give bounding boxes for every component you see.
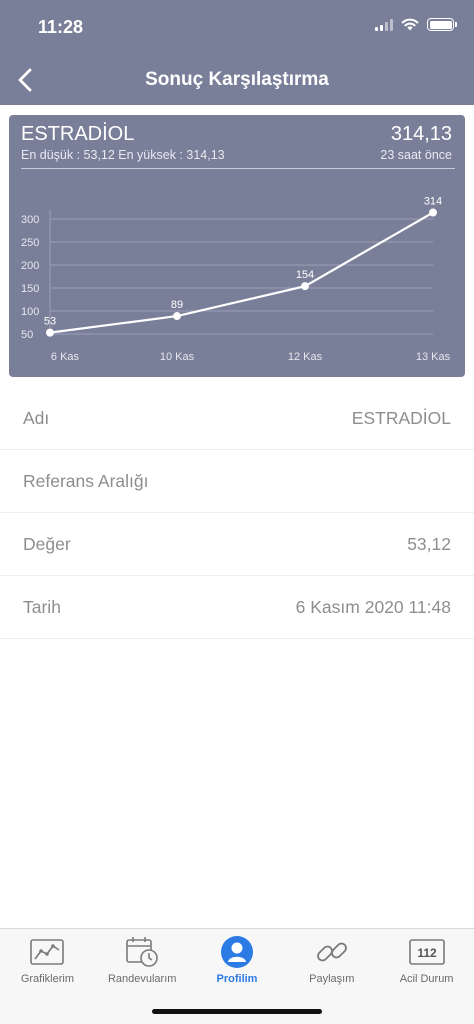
data-point [429, 208, 437, 217]
tab-label: Grafiklerim [20, 973, 74, 985]
battery-icon [427, 18, 457, 31]
data-label: 314 [424, 196, 442, 208]
x-tick-label: 13 Kas [416, 351, 451, 363]
data-label: 154 [296, 269, 314, 281]
detail-value: ESTRADİOL [351, 407, 451, 428]
y-tick-label: 300 [21, 214, 39, 226]
data-label: 89 [171, 299, 183, 311]
chart-icon [30, 939, 65, 965]
detail-label: Adı [23, 407, 50, 428]
detail-row-value: Değer 53,12 [0, 513, 474, 576]
header: 11:28 Sonuç Karşılaştırma [0, 0, 474, 105]
line-chart: 50 100 150 200 250 300 53 89 154 314 6 Kas 10 Kas 12… [21, 196, 451, 363]
tab-label: Paylaşım [309, 973, 355, 985]
detail-label: Değer [23, 533, 71, 554]
x-tick-label: 12 Kas [288, 351, 323, 363]
status-icons [375, 18, 457, 31]
emergency-112-icon: 112 [408, 939, 445, 965]
detail-value: 53,12 [407, 533, 451, 554]
result-card: ESTRADİOL 314,13 En düşük : 53,12 En yük… [9, 115, 465, 377]
detail-row-date: Tarih 6 Kasım 2020 11:48 [0, 576, 474, 639]
y-tick-label: 250 [21, 237, 39, 249]
series-line [49, 211, 434, 334]
y-tick-label: 50 [21, 329, 33, 341]
detail-label: Referans Aralığı [23, 470, 149, 491]
calendar-clock-icon [126, 937, 158, 967]
link-icon [316, 942, 347, 962]
detail-row-reference-range: Referans Aralığı [0, 450, 474, 513]
wifi-icon [401, 18, 419, 31]
data-point [173, 312, 181, 321]
home-indicator [152, 1009, 322, 1014]
y-tick-label: 200 [21, 260, 39, 272]
x-tick-label: 10 Kas [160, 351, 195, 363]
details-list: Adı ESTRADİOL Referans Aralığı Değer 53,… [0, 387, 474, 639]
detail-label: Tarih [23, 596, 61, 617]
detail-row-name: Adı ESTRADİOL [0, 387, 474, 450]
tab-label: Randevularım [107, 973, 177, 985]
tab-label: Profilim [216, 973, 258, 985]
status-time: 11:28 [38, 17, 84, 37]
page-title: Sonuç Karşılaştırma [145, 69, 329, 90]
data-point [301, 282, 309, 291]
tab-grafiklerim[interactable]: Grafiklerim [0, 929, 95, 1024]
detail-value: 6 Kasım 2020 11:48 [295, 596, 451, 617]
y-tick-label: 100 [21, 306, 39, 318]
emergency-badge-text: 112 [417, 946, 437, 960]
tab-acil-durum[interactable]: 112 Acil Durum [379, 929, 474, 1024]
tab-label: Acil Durum [399, 973, 454, 985]
y-tick-label: 150 [21, 283, 39, 295]
x-tick-label: 6 Kas [51, 351, 80, 363]
profile-icon [220, 936, 253, 968]
signal-icon [375, 18, 393, 31]
data-label: 53 [44, 316, 56, 328]
data-point [46, 328, 54, 337]
